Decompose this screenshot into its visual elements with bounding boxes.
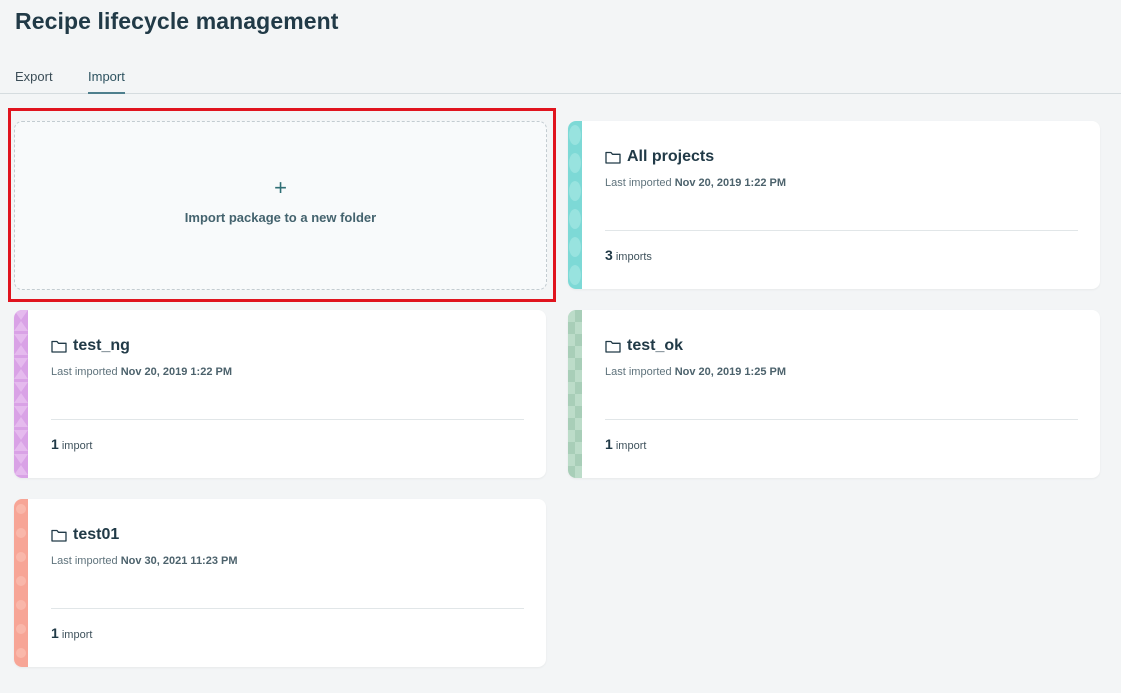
folder-title[interactable]: test_ng <box>51 337 130 355</box>
plus-icon: + <box>274 175 287 200</box>
import-new-folder-card[interactable]: + Import package to a new folder <box>14 121 547 290</box>
import-count: 1 import <box>51 436 93 452</box>
folder-card-test-ng[interactable]: test_ng Last imported Nov 20, 2019 1:22 … <box>14 310 546 478</box>
folder-icon <box>605 151 621 164</box>
card-color-stripe <box>14 499 28 667</box>
tab-import[interactable]: Import <box>88 69 125 94</box>
folder-card-test01[interactable]: test01 Last imported Nov 30, 2021 11:23 … <box>14 499 546 667</box>
folder-name: test_ng <box>73 337 130 354</box>
last-imported-date: Nov 20, 2019 1:22 PM <box>674 177 787 189</box>
folder-card-all-projects[interactable]: All projects Last imported Nov 20, 2019 … <box>568 121 1100 289</box>
folder-title[interactable]: test01 <box>51 526 119 544</box>
import-count: 1 import <box>605 436 647 452</box>
last-imported: Last imported Nov 30, 2021 11:23 PM <box>51 555 238 567</box>
card-color-stripe <box>568 310 582 478</box>
last-imported-date: Nov 20, 2019 1:22 PM <box>120 366 233 378</box>
divider <box>605 419 1078 420</box>
tab-bar: Export Import <box>0 64 1121 94</box>
folder-name: test01 <box>73 526 120 543</box>
tab-export[interactable]: Export <box>15 69 53 92</box>
last-imported-date: Nov 30, 2021 11:23 PM <box>120 555 238 567</box>
last-imported-date: Nov 20, 2019 1:25 PM <box>674 366 787 378</box>
card-color-stripe <box>14 310 28 478</box>
divider <box>605 230 1078 231</box>
last-imported: Last imported Nov 20, 2019 1:22 PM <box>51 366 233 378</box>
folder-title[interactable]: All projects <box>605 148 714 166</box>
card-color-stripe <box>568 121 582 289</box>
import-count: 3 imports <box>605 247 652 263</box>
folder-title[interactable]: test_ok <box>605 337 683 355</box>
page-title: Recipe lifecycle management <box>15 8 339 34</box>
folder-card-test-ok[interactable]: test_ok Last imported Nov 20, 2019 1:25 … <box>568 310 1100 478</box>
last-imported: Last imported Nov 20, 2019 1:25 PM <box>605 366 787 378</box>
divider <box>51 608 524 609</box>
folder-icon <box>51 340 67 353</box>
folder-icon <box>51 529 67 542</box>
folder-icon <box>605 340 621 353</box>
import-new-folder-label: Import package to a new folder <box>184 210 377 225</box>
folder-name: All projects <box>627 148 715 165</box>
import-count: 1 import <box>51 625 93 641</box>
divider <box>51 419 524 420</box>
folder-name: test_ok <box>627 337 684 354</box>
last-imported: Last imported Nov 20, 2019 1:22 PM <box>605 177 787 189</box>
